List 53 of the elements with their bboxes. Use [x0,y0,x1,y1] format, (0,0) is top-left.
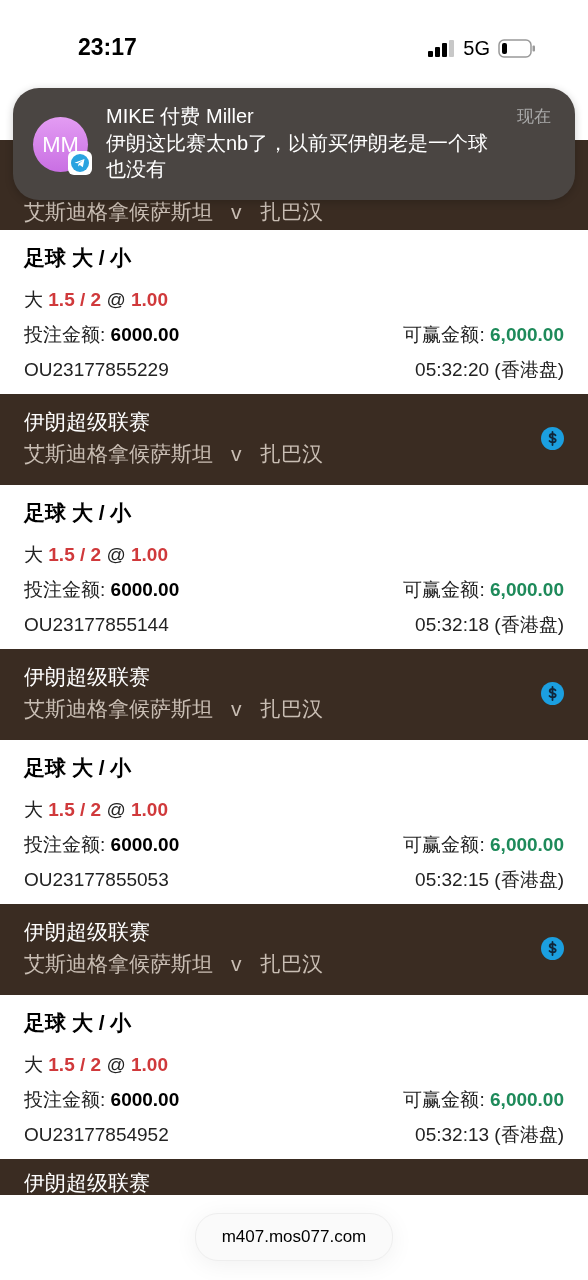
bet-time: 05:32:15 (香港盘) [415,868,564,892]
bet-reference: OU23177855229 [24,358,169,382]
dollar-icon[interactable] [541,426,564,450]
win-amount: 可赢金额: 6,000.00 [403,323,564,347]
bet-selection: 大 1.5 / 2 @ 1.00 [24,543,168,567]
team-name: 艾斯迪格拿候萨斯坦 [24,951,213,977]
bet-selection: 大 1.5 / 2 @ 1.00 [24,1053,168,1077]
signal-icon [428,40,456,57]
team-name: 扎巴汉 [259,441,323,467]
bet-time: 05:32:13 (香港盘) [415,1123,564,1147]
network-label: 5G [463,37,490,60]
stake-amount: 投注金额: 6000.00 [24,1088,180,1112]
status-time: 23:17 [78,34,137,61]
bet-reference: OU23177855144 [24,613,169,637]
league-name: 伊朗超级联赛 [24,664,151,690]
notification-time: 现在 [517,105,551,128]
team-name: 艾斯迪格拿候萨斯坦 [24,696,213,722]
sender-name: MIKE 付费 Miller [106,104,254,129]
league-name: 伊朗超级联赛 [24,919,151,945]
versus-label: v [230,696,243,722]
bet-title: 足球 大 / 小 [24,755,133,781]
league-name: 伊朗超级联赛 [24,409,151,435]
versus-label: v [230,441,243,467]
bet-selection: 大 1.5 / 2 @ 1.00 [24,798,168,822]
bet-reference: OU23177854952 [24,1123,169,1147]
paper-plane-icon [68,151,92,175]
win-amount: 可赢金额: 6,000.00 [403,1088,564,1112]
bet-time: 05:32:20 (香港盘) [415,358,564,382]
stake-amount: 投注金额: 6000.00 [24,578,180,602]
dollar-icon[interactable] [541,936,564,960]
team-name: 扎巴汉 [259,199,323,225]
notification-banner[interactable]: MM MIKE 付费 Miller 现在 伊朗这比赛太nb了，以前买伊朗老是一个球也没有 [13,88,575,200]
team-name: 艾斯迪格拿候萨斯坦 [24,441,213,467]
win-amount: 可赢金额: 6,000.00 [403,833,564,857]
stake-amount: 投注金额: 6000.00 [24,323,180,347]
bet-selection: 大 1.5 / 2 @ 1.00 [24,288,168,312]
bet-time: 05:32:18 (香港盘) [415,613,564,637]
league-name: 伊朗超级联赛 [24,1170,150,1195]
url-bar[interactable]: m407.mos077.com [194,1213,394,1261]
message-text: 伊朗这比赛太nb了，以前买伊朗老是一个球也没有 [106,131,490,182]
team-name: 艾斯迪格拿候萨斯坦 [24,199,213,225]
win-amount: 可赢金额: 6,000.00 [403,578,564,602]
team-name: 扎巴汉 [259,696,323,722]
team-name: 扎巴汉 [259,951,323,977]
battery-icon [498,39,536,58]
dollar-icon[interactable] [541,681,564,705]
stake-amount: 投注金额: 6000.00 [24,833,180,857]
bet-title: 足球 大 / 小 [24,500,133,526]
bet-title: 足球 大 / 小 [24,245,133,271]
versus-label: v [230,199,243,225]
bet-reference: OU23177855053 [24,868,169,892]
versus-label: v [230,951,243,977]
bet-title: 足球 大 / 小 [24,1010,133,1036]
